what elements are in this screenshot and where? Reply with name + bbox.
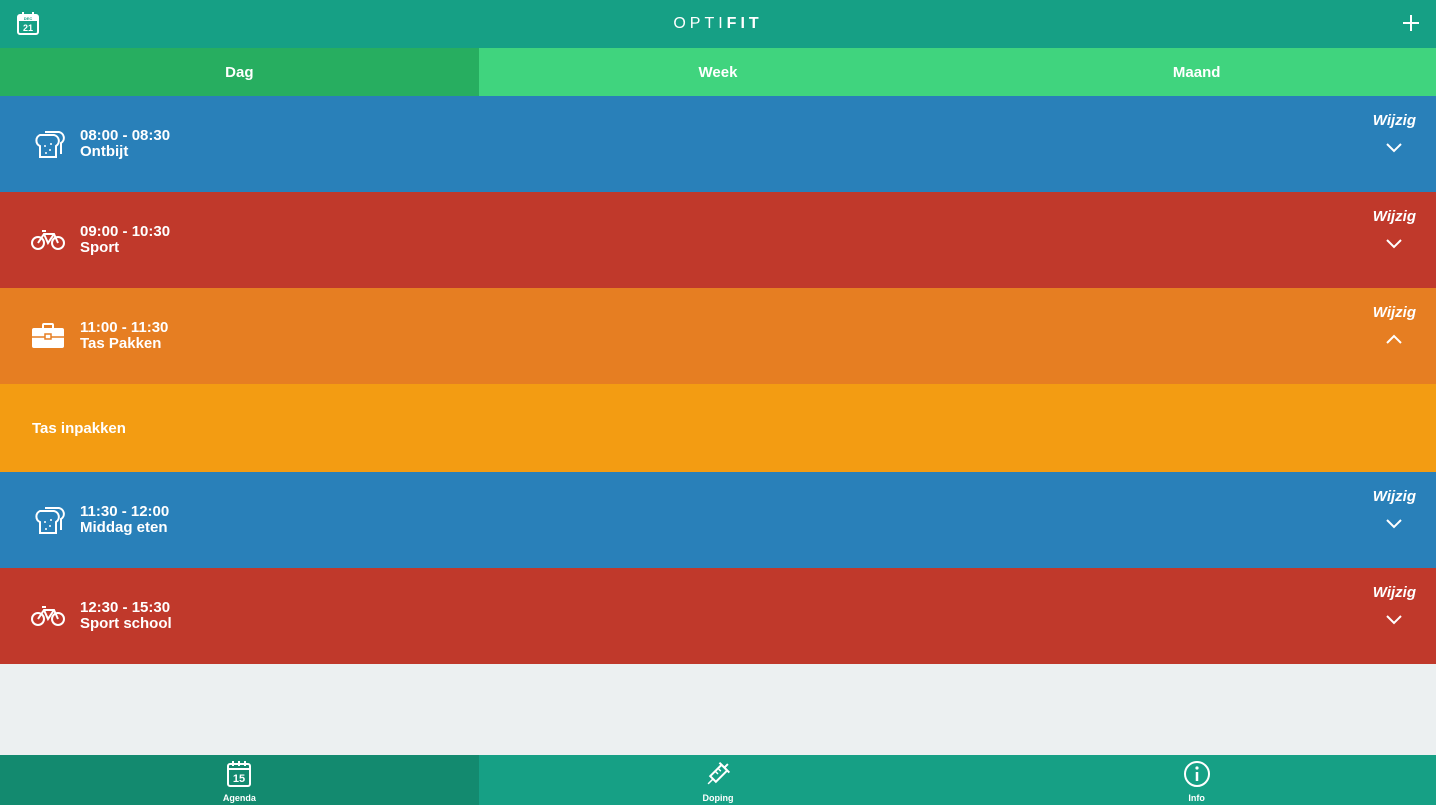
agenda-item-text: 11:30 - 12:00 Middag eten xyxy=(80,504,169,536)
nav-info[interactable]: Info xyxy=(957,755,1436,805)
item-time: 08:00 - 08:30 xyxy=(80,127,171,144)
item-time: 11:30 - 12:00 xyxy=(80,503,170,520)
agenda-item[interactable]: 11:30 - 12:00 Middag eten Wijzig xyxy=(0,472,1436,568)
info-icon xyxy=(1182,759,1212,789)
edit-button[interactable]: Wijzig xyxy=(1373,112,1416,129)
tab-week[interactable]: Week xyxy=(478,48,958,96)
agenda-item-text: 12:30 - 15:30 Sport school xyxy=(80,600,172,632)
item-title: Tas Pakken xyxy=(80,335,162,352)
bread-icon xyxy=(30,502,66,538)
item-title: Middag eten xyxy=(80,519,168,536)
agenda-item[interactable]: 12:30 - 15:30 Sport school Wijzig xyxy=(0,568,1436,664)
nav-label: Info xyxy=(1188,793,1205,803)
agenda-item-text: 11:00 - 11:30 Tas Pakken xyxy=(80,320,168,352)
edit-button[interactable]: Wijzig xyxy=(1373,488,1416,505)
item-time: 12:30 - 15:30 xyxy=(80,599,171,616)
item-title: Sport school xyxy=(80,615,172,632)
calendar-icon-day: 15 xyxy=(233,773,245,785)
logo-bold: FIT xyxy=(726,15,763,32)
edit-button[interactable]: Wijzig xyxy=(1373,304,1416,321)
calendar-month: DEC xyxy=(24,16,33,21)
calendar-day: 21 xyxy=(23,23,33,33)
item-detail: Tas inpakken xyxy=(0,384,1436,472)
bicycle-icon xyxy=(30,598,66,634)
agenda-item-text: 08:00 - 08:30 Ontbijt xyxy=(80,128,170,160)
add-icon[interactable] xyxy=(1400,12,1422,34)
chevron-down-icon[interactable] xyxy=(1384,612,1404,626)
syringe-icon xyxy=(703,759,733,789)
edit-button[interactable]: Wijzig xyxy=(1373,584,1416,601)
bottom-nav: 15 Agenda Doping Info xyxy=(0,755,1436,805)
briefcase-icon xyxy=(30,318,66,354)
calendar-icon: 15 xyxy=(224,759,254,789)
chevron-down-icon[interactable] xyxy=(1384,236,1404,250)
agenda-item[interactable]: 11:00 - 11:30 Tas Pakken Wijzig xyxy=(0,288,1436,384)
agenda-item[interactable]: 09:00 - 10:30 Sport Wijzig xyxy=(0,192,1436,288)
item-time: 11:00 - 11:30 xyxy=(80,319,169,336)
nav-doping[interactable]: Doping xyxy=(479,755,958,805)
tab-dag[interactable]: Dag xyxy=(0,48,479,96)
logo-light: OPTI xyxy=(673,15,727,32)
nav-label: Agenda xyxy=(222,793,256,803)
item-title: Sport xyxy=(80,239,120,256)
chevron-down-icon[interactable] xyxy=(1384,140,1404,154)
nav-agenda[interactable]: 15 Agenda xyxy=(0,755,479,805)
nav-label: Doping xyxy=(702,793,734,803)
bread-icon xyxy=(30,126,66,162)
item-time: 09:00 - 10:30 xyxy=(80,223,171,240)
tab-maand[interactable]: Maand xyxy=(957,48,1436,96)
agenda-item[interactable]: 08:00 - 08:30 Ontbijt Wijzig xyxy=(0,96,1436,192)
calendar-icon[interactable]: DEC 21 xyxy=(15,11,41,37)
chevron-up-icon[interactable] xyxy=(1384,332,1404,346)
app-header: DEC 21 OPTIFIT xyxy=(0,0,1436,48)
item-title: Ontbijt xyxy=(80,143,129,160)
agenda-item-text: 09:00 - 10:30 Sport xyxy=(80,224,170,256)
bicycle-icon xyxy=(30,222,66,258)
view-tabs: Dag Week Maand xyxy=(0,48,1436,96)
app-logo: OPTIFIT xyxy=(673,15,762,33)
edit-button[interactable]: Wijzig xyxy=(1373,208,1416,225)
chevron-down-icon[interactable] xyxy=(1384,516,1404,530)
agenda-list: 08:00 - 08:30 Ontbijt Wijzig 09:00 - 10:… xyxy=(0,96,1436,664)
